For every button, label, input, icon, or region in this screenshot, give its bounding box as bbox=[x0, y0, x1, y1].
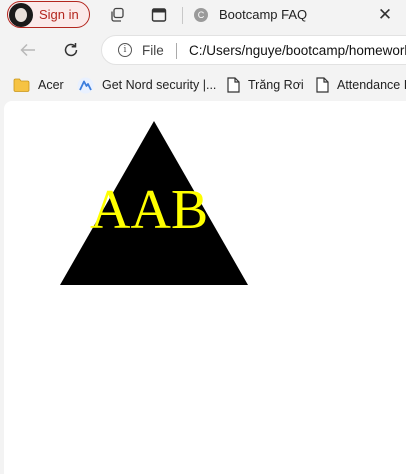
close-tab-icon[interactable]: ✕ bbox=[376, 6, 394, 24]
bookmarks-bar: Acer Get Nord security |... Trăng Rơi At… bbox=[0, 69, 406, 100]
bookmark-label: Get Nord security |... bbox=[102, 78, 217, 92]
sign-in-label: Sign in bbox=[39, 7, 79, 22]
tab-title[interactable]: Bootcamp FAQ bbox=[219, 7, 307, 22]
bookmark-label: Attendance I bbox=[337, 78, 406, 92]
tab-separator bbox=[182, 7, 183, 24]
tab-favicon-icon: C bbox=[194, 8, 208, 22]
bookmark-attendance[interactable]: Attendance I bbox=[316, 76, 406, 94]
page-content: AAB bbox=[4, 101, 406, 474]
page-icon bbox=[227, 77, 240, 93]
bookmark-trang-roi[interactable]: Trăng Rơi bbox=[227, 76, 304, 94]
tab-strip: Sign in C Bootcamp FAQ ✕ bbox=[0, 0, 406, 31]
site-info-icon[interactable]: i bbox=[118, 43, 132, 57]
url-text[interactable]: C:/Users/nguye/bootcamp/homework bbox=[189, 43, 406, 58]
file-scheme-label: File bbox=[142, 43, 164, 58]
refresh-icon[interactable] bbox=[61, 40, 81, 60]
workspaces-icon[interactable] bbox=[108, 6, 126, 24]
folder-icon bbox=[13, 78, 30, 92]
back-icon[interactable] bbox=[18, 40, 38, 60]
bookmark-label: Trăng Rơi bbox=[248, 78, 304, 92]
sign-in-button[interactable]: Sign in bbox=[7, 1, 90, 28]
nord-icon bbox=[77, 77, 94, 94]
bookmark-acer[interactable]: Acer bbox=[13, 76, 64, 94]
triangle-text: AAB bbox=[90, 179, 209, 241]
tab-actions-icon[interactable] bbox=[150, 6, 168, 24]
page-icon bbox=[316, 77, 329, 93]
address-bar[interactable]: i File C:/Users/nguye/bootcamp/homework bbox=[101, 35, 406, 65]
address-separator bbox=[176, 43, 177, 59]
bookmark-label: Acer bbox=[38, 78, 64, 92]
avatar bbox=[9, 2, 33, 27]
bookmark-nord[interactable]: Get Nord security |... bbox=[77, 76, 216, 94]
navigation-bar: i File C:/Users/nguye/bootcamp/homework bbox=[0, 31, 406, 69]
